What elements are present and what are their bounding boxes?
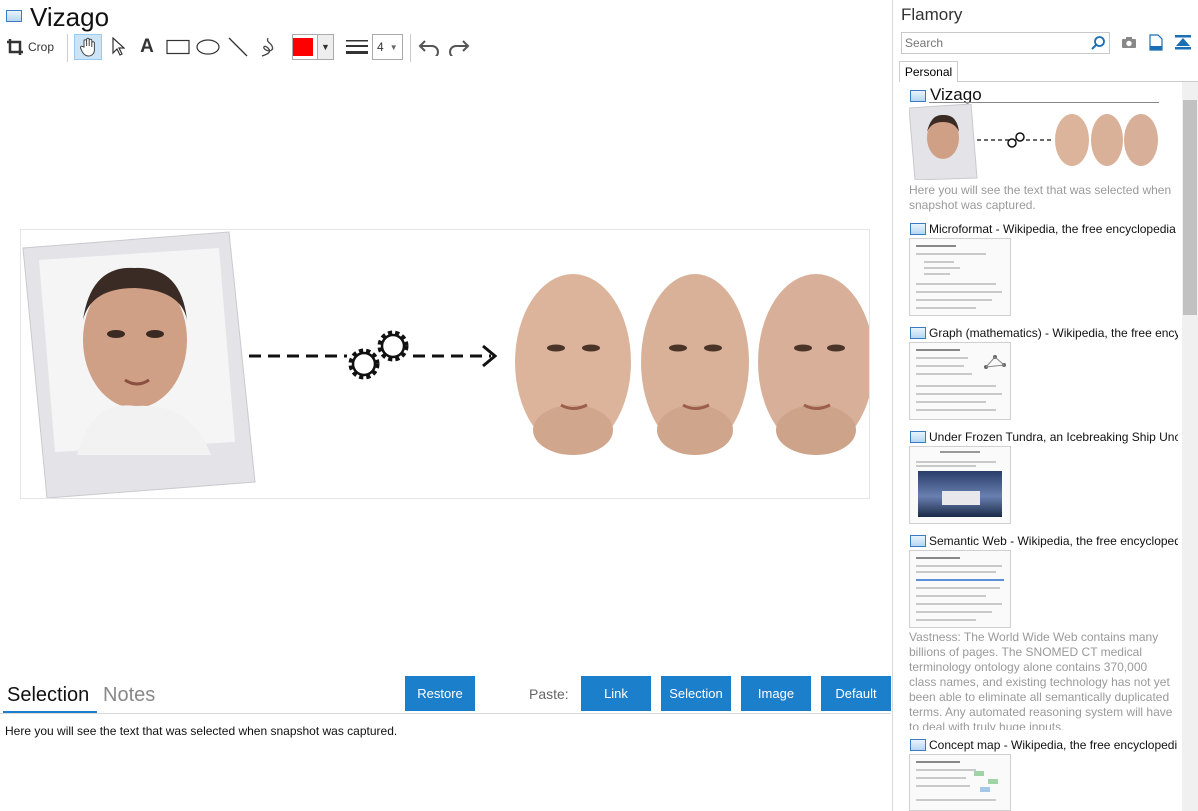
entry-title[interactable]: Concept map - Wikipedia, the free encycl…: [929, 738, 1178, 752]
hand-icon: [79, 37, 97, 57]
search-icon[interactable]: [1090, 35, 1106, 56]
app-icon: [910, 535, 926, 547]
entry-caption: Vastness: The World Wide Web contains ma…: [909, 630, 1173, 730]
paste-default-button[interactable]: Default: [821, 676, 891, 711]
app-icon: [910, 739, 926, 751]
paste-selection-button[interactable]: Selection: [661, 676, 731, 711]
tab-selection[interactable]: Selection: [7, 684, 89, 707]
text-tool-button[interactable]: A: [136, 34, 158, 60]
entry-title[interactable]: Under Frozen Tundra, an Icebreaking Ship…: [929, 430, 1178, 444]
undo-icon: [418, 38, 440, 56]
text-icon: A: [140, 36, 154, 57]
arrow-pointer-icon: [111, 37, 125, 57]
chevron-down-icon: ▼: [389, 42, 398, 52]
rectangle-icon: [166, 39, 190, 55]
generated-heads: [515, 274, 869, 455]
crop-icon: [6, 38, 24, 56]
paste-label: Paste:: [529, 686, 569, 702]
paste-image-button[interactable]: Image: [741, 676, 811, 711]
entry-thumbnail: [908, 103, 1159, 181]
divider: [0, 713, 891, 714]
photo-frame: [22, 231, 256, 498]
undo-button[interactable]: [416, 34, 442, 60]
tab-notes[interactable]: Notes: [103, 684, 155, 707]
app-icon: [6, 10, 22, 22]
line-width-select[interactable]: 4 ▼: [372, 34, 403, 60]
restore-button[interactable]: Restore: [405, 676, 475, 711]
crop-label: Crop: [28, 40, 55, 54]
redo-button[interactable]: [446, 34, 472, 60]
color-picker[interactable]: ▼: [292, 34, 334, 60]
app-icon: [910, 431, 926, 443]
hand-tool-button[interactable]: [74, 34, 102, 60]
entry-caption: Here you will see the text that was sele…: [909, 183, 1172, 212]
app-icon: [910, 90, 926, 102]
paste-link-button[interactable]: Link: [581, 676, 651, 711]
process-arrow: [249, 330, 498, 380]
entry-title[interactable]: Graph (mathematics) - Wikipedia, the fre…: [929, 326, 1178, 340]
toolbar-divider: [410, 34, 411, 62]
pin-top-icon[interactable]: [1175, 35, 1191, 55]
line-width-icon: [346, 38, 368, 56]
entry-thumbnail[interactable]: [909, 446, 1011, 524]
select-tool-button[interactable]: [106, 34, 130, 60]
search-input[interactable]: [901, 32, 1110, 54]
camera-icon[interactable]: [1121, 36, 1137, 54]
freehand-icon: [259, 36, 277, 58]
line-width-value: 4: [377, 40, 384, 54]
snapshot-title: Vizago: [30, 2, 110, 32]
entry-thumbnail[interactable]: [909, 754, 1011, 811]
title-underline: [929, 102, 1159, 103]
line-icon: [227, 36, 249, 58]
document-icon[interactable]: [1149, 34, 1163, 56]
color-swatch: [293, 38, 313, 56]
crop-button[interactable]: Crop: [6, 34, 58, 60]
snapshot-image[interactable]: [20, 229, 870, 499]
entry-thumbnail[interactable]: [909, 238, 1011, 316]
entry-thumbnail[interactable]: [909, 342, 1011, 420]
ellipse-icon: [196, 39, 220, 55]
rectangle-tool-button[interactable]: [164, 34, 192, 60]
app-icon: [910, 327, 926, 339]
entry-thumbnail[interactable]: [909, 550, 1011, 628]
app-icon: [910, 223, 926, 235]
toolbar-divider: [67, 34, 68, 62]
ellipse-tool-button[interactable]: [194, 34, 222, 60]
line-tool-button[interactable]: [225, 34, 251, 60]
entry-title[interactable]: Microformat - Wikipedia, the free encycl…: [929, 222, 1178, 236]
chevron-down-icon: ▼: [317, 35, 333, 59]
scrollbar-thumb[interactable]: [1183, 100, 1197, 315]
tab-personal[interactable]: Personal: [899, 61, 958, 82]
entry-title[interactable]: Semantic Web - Wikipedia, the free encyc…: [929, 534, 1178, 548]
selection-text[interactable]: Here you will see the text that was sele…: [5, 724, 397, 738]
panel-title: Flamory: [901, 5, 963, 24]
tab-divider: [958, 81, 1198, 82]
freehand-tool-button[interactable]: [256, 34, 280, 60]
line-width-icon-button[interactable]: [344, 34, 370, 60]
redo-icon: [448, 38, 470, 56]
